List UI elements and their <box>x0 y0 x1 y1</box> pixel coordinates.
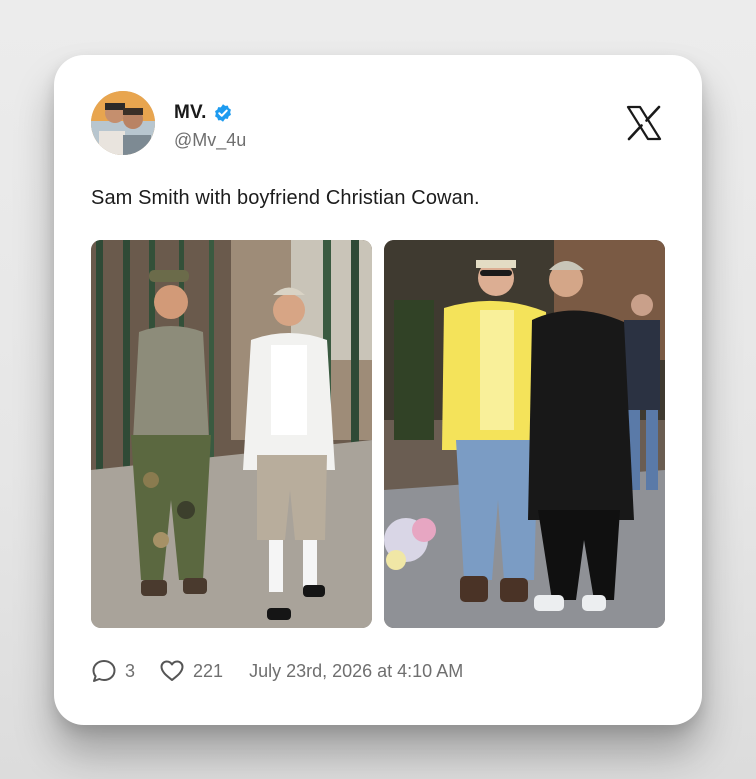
reply-icon[interactable] <box>91 658 117 684</box>
post-timestamp: July 23rd, 2026 at 4:10 AM <box>249 660 464 681</box>
like-stat[interactable]: 221 <box>159 658 223 684</box>
post-photo-2[interactable] <box>384 240 665 628</box>
post-photo-1[interactable] <box>91 240 372 628</box>
verified-badge-icon <box>213 103 233 123</box>
heart-icon[interactable] <box>159 658 185 684</box>
like-count: 221 <box>193 660 224 681</box>
post-card: MV. @Mv_4u Sam Smith with boyfriend Chri… <box>54 55 702 725</box>
author-handle[interactable]: @Mv_4u <box>174 130 246 151</box>
author-name-row: MV. <box>174 102 233 124</box>
reply-stat[interactable]: 3 <box>91 658 135 684</box>
reply-count: 3 <box>125 660 136 681</box>
author-avatar[interactable] <box>91 91 155 155</box>
x-logo-icon[interactable] <box>624 103 664 143</box>
post-footer: 3 221 July 23rd, 2026 at 4:10 AM <box>91 658 463 684</box>
author-name[interactable]: MV. <box>174 102 207 124</box>
tweet-text: Sam Smith with boyfriend Christian Cowan… <box>91 187 480 209</box>
